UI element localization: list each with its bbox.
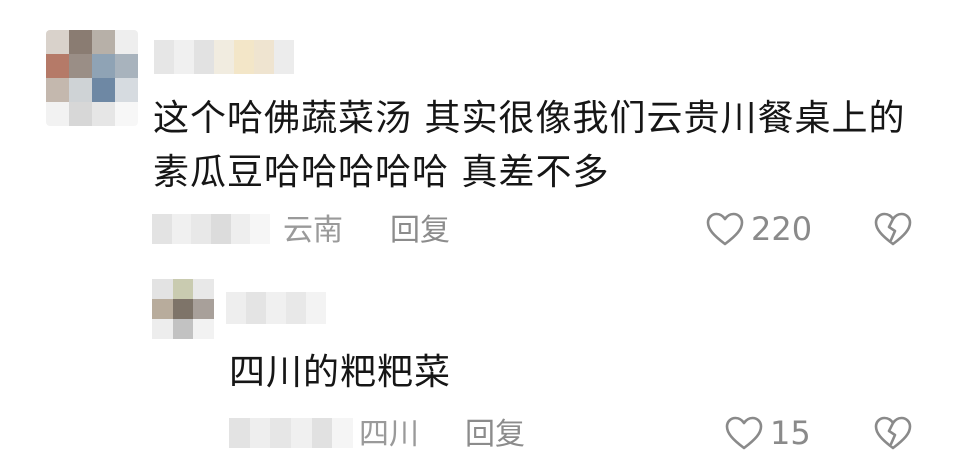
reply-text: 四川的粑粑菜 <box>229 352 452 393</box>
comment-like-count: 220 <box>751 210 813 248</box>
comment-thread: 这个哈佛蔬菜汤 其实很像我们云贵川餐桌上的素瓜豆哈哈哈哈哈 真差不多 云南 回复… <box>0 0 960 474</box>
comment-reply-button[interactable]: 回复 <box>390 213 450 249</box>
comment-text: 这个哈佛蔬菜汤 其实很像我们云贵川餐桌上的素瓜豆哈哈哈哈哈 真差不多 <box>153 98 906 193</box>
comment-like-button[interactable]: 220 <box>705 210 812 248</box>
reply-time-blurred <box>229 418 353 448</box>
reply-like-button[interactable]: 15 <box>724 414 811 452</box>
comment-time-blurred <box>152 214 270 244</box>
reply-like-count: 15 <box>770 414 811 452</box>
heart-outline-icon <box>725 416 763 450</box>
comment-dislike-button[interactable] <box>873 210 913 248</box>
reply-location: 四川 <box>359 417 419 452</box>
reply-username-blurred[interactable] <box>226 292 326 324</box>
reply-avatar[interactable] <box>152 279 214 339</box>
heart-outline-icon <box>706 212 744 246</box>
broken-heart-icon <box>874 212 912 246</box>
comment-location: 云南 <box>283 213 343 248</box>
comment-avatar[interactable] <box>46 30 138 126</box>
comment-username-blurred[interactable] <box>154 40 294 74</box>
reply-reply-button[interactable]: 回复 <box>465 417 525 453</box>
broken-heart-icon <box>874 416 912 450</box>
reply-dislike-button[interactable] <box>873 414 913 452</box>
